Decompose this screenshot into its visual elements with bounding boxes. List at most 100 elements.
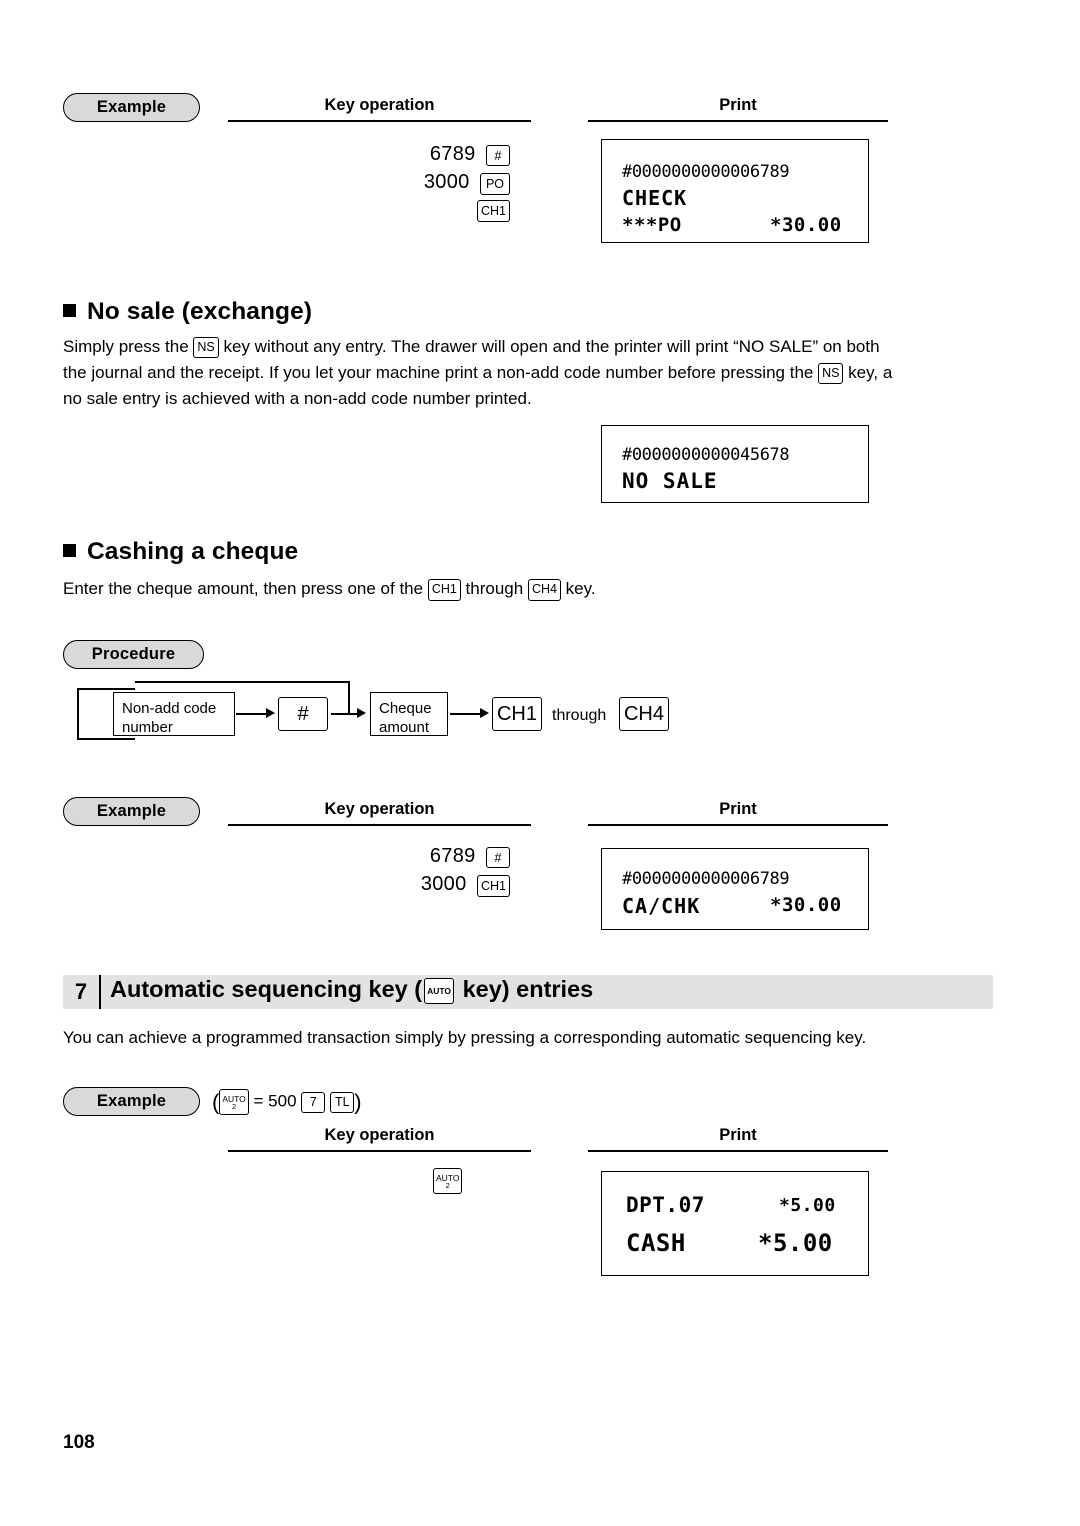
procedure-label: Procedure (63, 640, 204, 669)
no-sale-paragraph: Simply press the NS key without any entr… (63, 334, 1023, 412)
cheque-text-2: through (460, 579, 528, 598)
square-bullet-icon (63, 304, 76, 317)
example-badge-auto: Example (63, 1087, 200, 1116)
flow-key-hash[interactable]: # (278, 697, 328, 731)
key-ch4-inline[interactable]: CH4 (527, 578, 561, 601)
key-ch1-inline[interactable]: CH1 (427, 578, 461, 601)
flow-skip-line (135, 681, 350, 683)
key-operation-auto: AUTO 2 (433, 1168, 463, 1194)
flow-arrow-1-line (236, 713, 268, 715)
print-line-cachk-label: CA/CHK (622, 894, 701, 918)
print-receipt-cheque: #0000000000006789 CA/CHK *30.00 (601, 848, 869, 930)
heading-no-sale-text: No sale (exchange) (87, 298, 313, 325)
print-line-no-sale: NO SALE (622, 469, 718, 493)
flow-box-nonadd-code: Non-add code number (113, 692, 235, 736)
key-auto2-formula-sub: 2 (231, 1102, 237, 1111)
formula-eq: = 500 (248, 1091, 302, 1111)
no-sale-text-5: no sale entry is achieved with a non-add… (63, 389, 532, 408)
key-operation-header-po: Key operation (228, 96, 531, 122)
flow-box2-line1: Cheque (379, 700, 432, 717)
flow-arrow-3-head (480, 708, 489, 718)
key-auto2-formula[interactable]: AUTO 2 (219, 1089, 249, 1115)
print-line-nonadd: #0000000000006789 (622, 162, 790, 182)
print-header-po: Print (588, 96, 888, 122)
key-po[interactable]: PO (480, 173, 510, 196)
heading-no-sale: No sale (exchange) (63, 298, 312, 326)
key-7[interactable]: 7 (301, 1091, 326, 1113)
cheque-text-1: Enter the cheque amount, then press one … (63, 579, 428, 598)
print-receipt-auto: DPT.07 *5.00 CASH *5.00 (601, 1171, 869, 1276)
print-line-cash-label: CASH (626, 1229, 686, 1257)
no-sale-text-4: key, a (843, 363, 893, 382)
print-receipt-po: #0000000000006789 CHECK ***PO *30.00 (601, 139, 869, 243)
key-tl[interactable]: TL (330, 1091, 355, 1113)
example-badge-po: Example (63, 93, 200, 122)
page-number: 108 (63, 1432, 95, 1453)
no-sale-text-2: key without any entry. The drawer will o… (218, 337, 880, 356)
flow-key-ch4[interactable]: CH4 (619, 697, 669, 731)
example-badge-cheque: Example (63, 797, 200, 826)
chapter-intro: You can achieve a programmed transaction… (63, 1028, 867, 1047)
print-receipt-no-sale: #0000000000045678 NO SALE (601, 425, 869, 503)
key-ns-inline-2[interactable]: NS (818, 363, 844, 385)
print-line-check: CHECK (622, 186, 688, 210)
square-bullet-icon-2 (63, 544, 76, 557)
flow-arrow-2-line (331, 713, 359, 715)
heading-cashing-cheque: Cashing a cheque (63, 538, 298, 566)
key-auto-inline-label: AUTO (427, 986, 452, 997)
flow-box1-line1: Non-add code (122, 700, 217, 717)
print-line-po-label: ***PO (622, 214, 682, 236)
example-label: Example (63, 93, 200, 122)
flow-bracket-top (77, 688, 135, 690)
example-label-auto: Example (63, 1087, 200, 1116)
flow-box2-line2: amount (379, 719, 430, 736)
example-formula-auto: (AUTO 2 = 500 7 TL) (212, 1089, 362, 1115)
flow-arrow-1-head (266, 708, 275, 718)
entry-amount-6789: 6789 (429, 143, 476, 165)
manual-page: Example Key operation Print 6789 # 3000 … (0, 0, 1080, 1526)
flow-skip-line-down (348, 681, 350, 713)
print-header-cheque: Print (588, 800, 888, 826)
key-ch1[interactable]: CH1 (476, 200, 510, 223)
print-header-auto: Print (588, 1126, 888, 1152)
flow-arrow-3-line (450, 713, 482, 715)
entry-amount-6789-cheque: 6789 (429, 845, 476, 867)
flow-key-ch1[interactable]: CH1 (492, 697, 542, 731)
flow-bracket-vertical (77, 688, 79, 740)
chapter-title: Automatic sequencing key ( AUTO key) entr… (110, 976, 593, 1004)
print-line-cash-amount: *5.00 (758, 1229, 833, 1257)
key-hash-cheque[interactable]: # (486, 847, 510, 869)
print-line-nonadd-cheque: #0000000000006789 (622, 869, 790, 889)
formula-paren-open: ( (212, 1089, 220, 1115)
flow-bracket-bottom (77, 738, 135, 740)
print-line-cachk-amount: *30.00 (770, 894, 842, 916)
flow-arrow-2-head (357, 708, 366, 718)
no-sale-text-1: Simply press the (63, 337, 194, 356)
key-ch1-cheque[interactable]: CH1 (476, 875, 510, 898)
print-line-nonadd-nosale: #0000000000045678 (622, 445, 790, 465)
key-operation-header-auto: Key operation (228, 1126, 531, 1152)
flow-through-label: through (552, 707, 607, 724)
chapter-divider (99, 975, 101, 1009)
cheque-text-3: key. (560, 579, 596, 598)
key-auto2-sub: 2 (445, 1181, 450, 1190)
key-ns-inline-1[interactable]: NS (193, 337, 219, 359)
procedure-badge: Procedure (63, 640, 204, 669)
formula-paren-close: ) (354, 1089, 362, 1115)
print-line-dpt-amount: *5.00 (779, 1195, 836, 1216)
key-operation-header-cheque: Key operation (228, 800, 531, 826)
example-label-cheque: Example (63, 797, 200, 826)
chapter-number: 7 (74, 979, 88, 1004)
flow-box-cheque-amount: Cheque amount (370, 692, 448, 736)
key-operation-po: 6789 # 3000 PO CH1 (380, 143, 510, 223)
key-hash[interactable]: # (486, 145, 510, 167)
chapter-title-part2: key) entries (456, 976, 594, 1002)
no-sale-text-3: the journal and the receipt. If you let … (63, 363, 819, 382)
heading-cashing-cheque-text: Cashing a cheque (87, 538, 299, 565)
key-auto-inline[interactable]: AUTO (424, 977, 455, 1004)
entry-amount-3000-cheque: 3000 (420, 873, 467, 896)
print-line-dpt-label: DPT.07 (626, 1193, 705, 1217)
chapter-title-part1: Automatic sequencing key ( (110, 976, 423, 1002)
flow-box1-line2: number (122, 719, 173, 736)
key-auto2[interactable]: AUTO 2 (433, 1168, 463, 1194)
